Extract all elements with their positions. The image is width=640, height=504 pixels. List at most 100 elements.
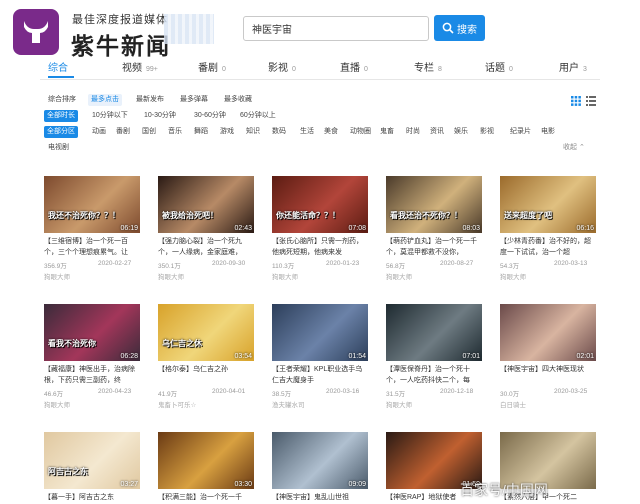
- video-card[interactable]: 03:30 【积满三能】治一个死一千: [158, 432, 254, 504]
- uploader-name[interactable]: 狗眼大师: [386, 399, 482, 409]
- partitions-option[interactable]: 时尚: [406, 126, 420, 138]
- tab-4[interactable]: 直播 0: [340, 59, 368, 74]
- video-card[interactable]: 你还能活命？？！ 07:08 【张氏心脑所】只需一剂药，他病死短期，他病来发 110.…: [272, 176, 368, 281]
- video-card[interactable]: 02:01 【神医宇宙】四大神医现状 30.0万 2020-03-25 白日骑士: [500, 304, 596, 409]
- video-title[interactable]: 【神医宇宙】鬼乱山世祖: [272, 492, 368, 504]
- partitions_row2-option[interactable]: 电视剧: [48, 142, 69, 154]
- partitions-option[interactable]: 游戏: [220, 126, 234, 138]
- video-card[interactable]: 乌仁吉之休 03:54 【格尔泰】乌仁吉之孙 41.9万 2020-04-01 鬼畜卜可乐…: [158, 304, 254, 409]
- partitions-option[interactable]: 动物圈: [350, 126, 371, 138]
- video-thumbnail[interactable]: 03:30: [158, 432, 254, 489]
- brand-logo[interactable]: [13, 9, 59, 55]
- duration-option[interactable]: 30-60分钟: [194, 110, 226, 122]
- video-title[interactable]: 【王者荣耀】KPL职业选手乌仁吉大魔身手: [272, 364, 368, 386]
- video-card[interactable]: 09:09 【神医宇宙】鬼乱山世祖: [272, 432, 368, 504]
- uploader-name[interactable]: 狗眼大师: [158, 271, 254, 281]
- uploader-name[interactable]: 狗眼大师: [272, 271, 368, 281]
- duration-option[interactable]: 10分钟以下: [92, 110, 128, 122]
- video-thumbnail[interactable]: 送来超度了吧 06:16: [500, 176, 596, 233]
- video-card[interactable]: 01:54 【王者荣耀】KPL职业选手乌仁吉大魔身手 38.5万 2020-03-16…: [272, 304, 368, 409]
- uploader-name[interactable]: 狗眼大师: [500, 271, 596, 281]
- video-thumbnail[interactable]: 01:54: [272, 304, 368, 361]
- tab-3[interactable]: 影视 0: [268, 59, 296, 74]
- video-thumbnail[interactable]: 02:01: [500, 304, 596, 361]
- video-card[interactable]: 看我不治死你 06:28 【藏福康】神医出手，治病除根，下药只需三副药，终 46.6万…: [44, 304, 140, 409]
- tab-6[interactable]: 话题 0: [485, 59, 513, 74]
- sort-option[interactable]: 最多收藏: [224, 94, 252, 106]
- tab-5[interactable]: 专栏 8: [414, 59, 442, 74]
- search-button[interactable]: 搜索: [434, 15, 485, 41]
- uploader-name[interactable]: 鬼畜卜可乐☆: [158, 399, 254, 409]
- partitions-option[interactable]: 全部分区: [44, 126, 78, 138]
- tab-1[interactable]: 视频 99+: [122, 59, 158, 74]
- uploader-name[interactable]: 狗眼大师: [386, 271, 482, 281]
- video-thumbnail[interactable]: 09:09: [272, 432, 368, 489]
- video-card[interactable]: 看我还治不死你？！ 08:03 【萌药铲血丸】治一个死一千个，莫混甲都救不没你， 56…: [386, 176, 482, 281]
- video-title[interactable]: 【潭医保脊丹】治一个死十个，一人吃药抖快二个，每: [386, 364, 482, 386]
- partitions-option[interactable]: 电影: [541, 126, 555, 138]
- video-thumbnail[interactable]: 你还能活命？？！ 07:08: [272, 176, 368, 233]
- video-title[interactable]: 【暮一手】阿吉古之东: [44, 492, 140, 504]
- partitions-option[interactable]: 鬼畜: [380, 126, 394, 138]
- partitions-option[interactable]: 知识: [246, 126, 260, 138]
- video-card[interactable]: 我还不治死你？？！ 06:19 【三维宿博】治一个死一百个，三个个理想痕累气。让 35…: [44, 176, 140, 281]
- uploader-name[interactable]: 狗眼大师: [44, 271, 140, 281]
- video-thumbnail[interactable]: 阿吉古之东 03:27: [44, 432, 140, 489]
- tab-count: 3: [583, 66, 587, 73]
- sort-option[interactable]: 最新发布: [136, 94, 164, 106]
- video-title[interactable]: 【三维宿博】治一个死一百个，三个个理想痕累气。让: [44, 236, 140, 258]
- partitions-option[interactable]: 国创: [142, 126, 156, 138]
- video-title[interactable]: 【藏福康】神医出手，治病除根，下药只需三副药，终: [44, 364, 140, 386]
- list-view-icon[interactable]: [586, 93, 596, 111]
- thumbnail-caption: 我还不治死你？？！: [48, 211, 120, 220]
- partitions-option[interactable]: 娱乐: [454, 126, 468, 138]
- duration-option[interactable]: 全部时长: [44, 110, 78, 122]
- uploader-name[interactable]: 白日骑士: [500, 399, 596, 409]
- partitions-option[interactable]: 番剧: [116, 126, 130, 138]
- tab-2[interactable]: 番剧 0: [198, 59, 226, 74]
- partitions-option[interactable]: 舞蹈: [194, 126, 208, 138]
- partitions-option[interactable]: 美食: [324, 126, 338, 138]
- partitions-option[interactable]: 生活: [300, 126, 314, 138]
- upload-date: 2020-08-27: [440, 260, 474, 267]
- video-thumbnail[interactable]: 我还不治死你？？！ 06:19: [44, 176, 140, 233]
- video-thumbnail[interactable]: 07:01: [386, 304, 482, 361]
- video-thumbnail[interactable]: 乌仁吉之休 03:54: [158, 304, 254, 361]
- uploader-name[interactable]: 渔夫罐水司: [272, 399, 368, 409]
- search-field[interactable]: [243, 16, 429, 41]
- video-meta: 356.9万 2020-02-27: [44, 260, 140, 270]
- partitions-option[interactable]: 动画: [92, 126, 106, 138]
- video-title[interactable]: 【积满三能】治一个死一千: [158, 492, 254, 504]
- video-title[interactable]: 【神医宇宙】四大神医现状: [500, 364, 596, 386]
- video-thumbnail[interactable]: 被我给治死吧！ 02:43: [158, 176, 254, 233]
- collapse-button[interactable]: 收起 ⌃: [563, 142, 585, 152]
- partitions-option[interactable]: 纪录片: [510, 126, 531, 138]
- partitions-option[interactable]: 影视: [480, 126, 494, 138]
- partitions-option[interactable]: 数码: [272, 126, 286, 138]
- video-title[interactable]: 【少林青药番】治不好的，超度一下试试，治一个超: [500, 236, 596, 258]
- duration-option[interactable]: 60分钟以上: [240, 110, 276, 122]
- partitions-option[interactable]: 资讯: [430, 126, 444, 138]
- partitions-option[interactable]: 音乐: [168, 126, 182, 138]
- video-card[interactable]: 07:01 【潭医保脊丹】治一个死十个，一人吃药抖快二个，每 31.5万 2020-1…: [386, 304, 482, 409]
- video-card[interactable]: 被我给治死吧！ 02:43 【强力脑心裂】治一个死九个，一人缘病，金家庭难， 350.…: [158, 176, 254, 281]
- sort-option[interactable]: 最多弹幕: [180, 94, 208, 106]
- video-thumbnail[interactable]: 看我还治不死你？！ 08:03: [386, 176, 482, 233]
- sort-option[interactable]: 最多点击: [88, 94, 122, 106]
- grid-view-icon[interactable]: [571, 93, 581, 111]
- tab-7[interactable]: 用户 3: [559, 59, 587, 74]
- tab-0[interactable]: 综合: [48, 59, 72, 74]
- upload-date: 2020-09-30: [212, 260, 246, 267]
- video-thumbnail[interactable]: 看我不治死你 06:28: [44, 304, 140, 361]
- video-title[interactable]: 【格尔泰】乌仁吉之孙: [158, 364, 254, 386]
- video-card[interactable]: 阿吉古之东 03:27 【暮一手】阿吉古之东: [44, 432, 140, 504]
- video-card[interactable]: 送来超度了吧 06:16 【少林青药番】治不好的，超度一下试试，治一个超 54.3万 2…: [500, 176, 596, 281]
- video-title[interactable]: 【萌药铲血丸】治一个死一千个，莫混甲都救不没你，: [386, 236, 482, 258]
- thumbnail-caption: 被我给治死吧！: [162, 211, 218, 220]
- duration-option[interactable]: 10-30分钟: [144, 110, 176, 122]
- video-title[interactable]: 【强力脑心裂】治一个死九个，一人缘病，金家庭难，: [158, 236, 254, 258]
- sort-option[interactable]: 综合排序: [48, 94, 76, 106]
- search-input[interactable]: [244, 17, 428, 40]
- uploader-name[interactable]: 狗眼大师: [44, 399, 140, 409]
- video-title[interactable]: 【张氏心脑所】只需一剂药，他病死短期，他病来发: [272, 236, 368, 258]
